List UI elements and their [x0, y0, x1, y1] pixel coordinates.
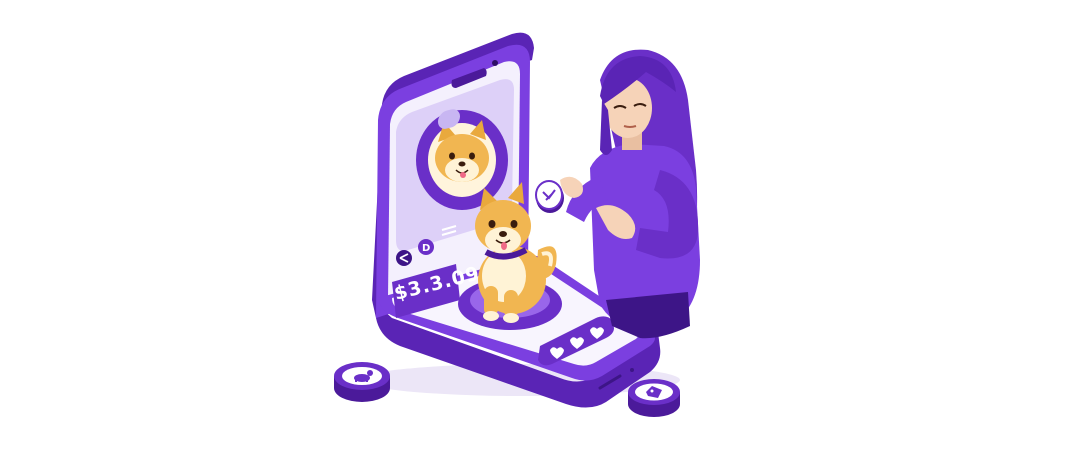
phone-camera — [492, 60, 498, 66]
coin-right[interactable] — [628, 379, 680, 417]
coin-left[interactable] — [334, 362, 390, 402]
share-icon[interactable] — [396, 250, 412, 266]
coin-hand[interactable] — [535, 180, 564, 213]
illustration: D $3.3.09 — [334, 32, 700, 417]
svg-text:D: D — [422, 243, 430, 254]
mic-dot — [630, 368, 634, 372]
